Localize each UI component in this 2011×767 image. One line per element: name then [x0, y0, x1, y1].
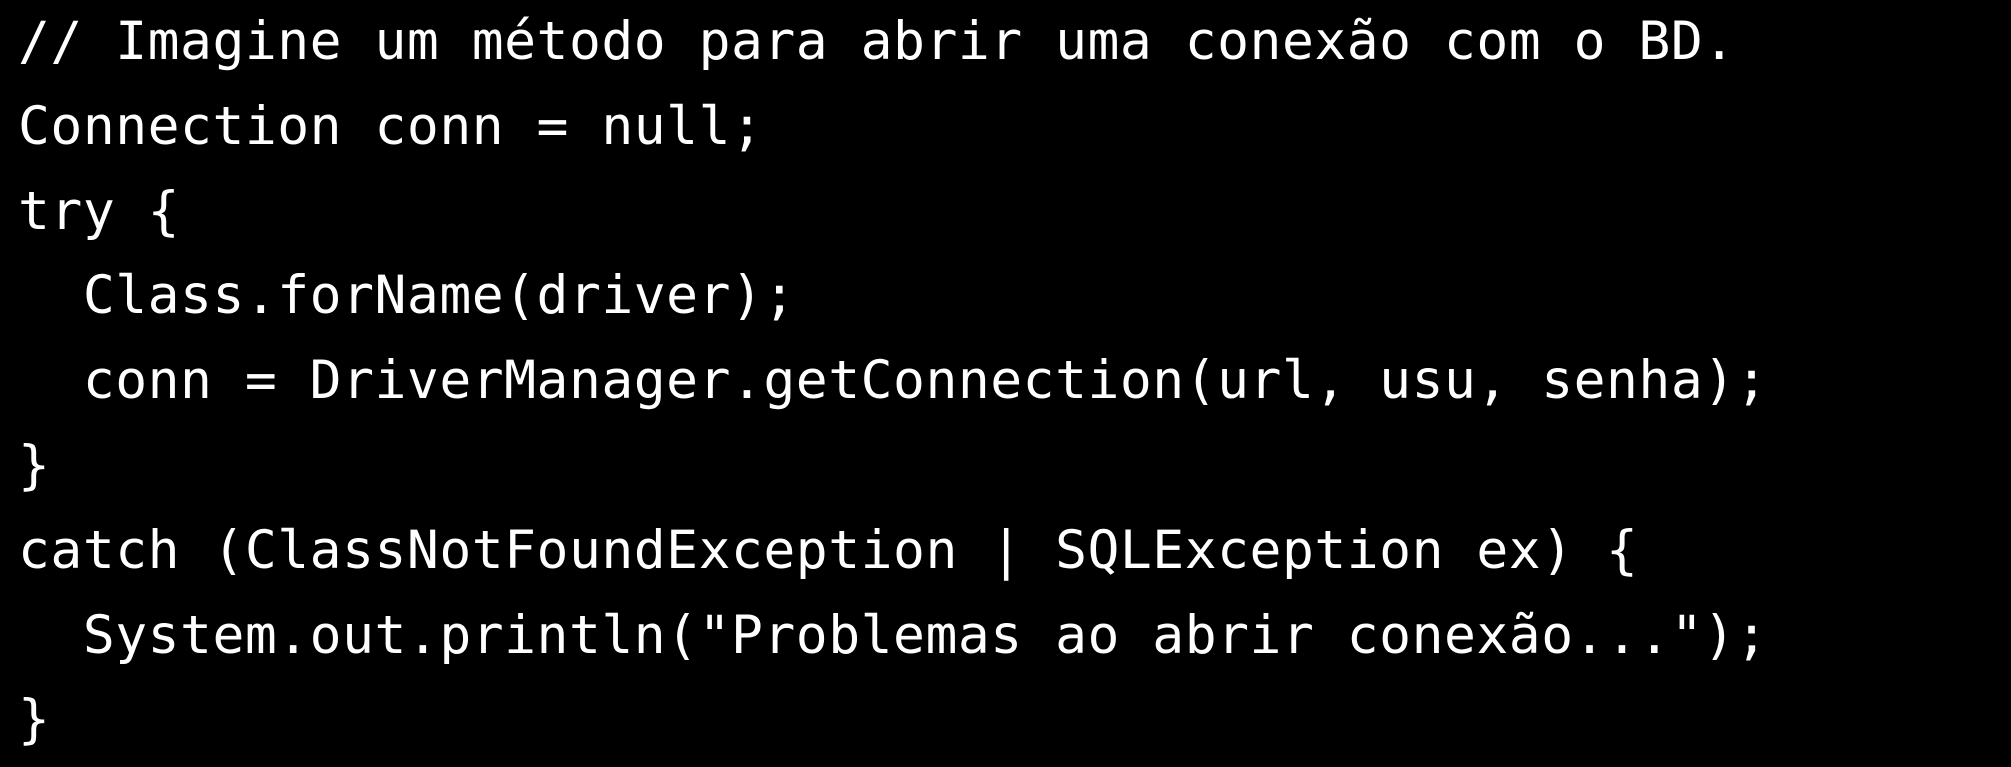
code-snippet: // Imagine um método para abrir uma cone… — [0, 0, 2011, 767]
